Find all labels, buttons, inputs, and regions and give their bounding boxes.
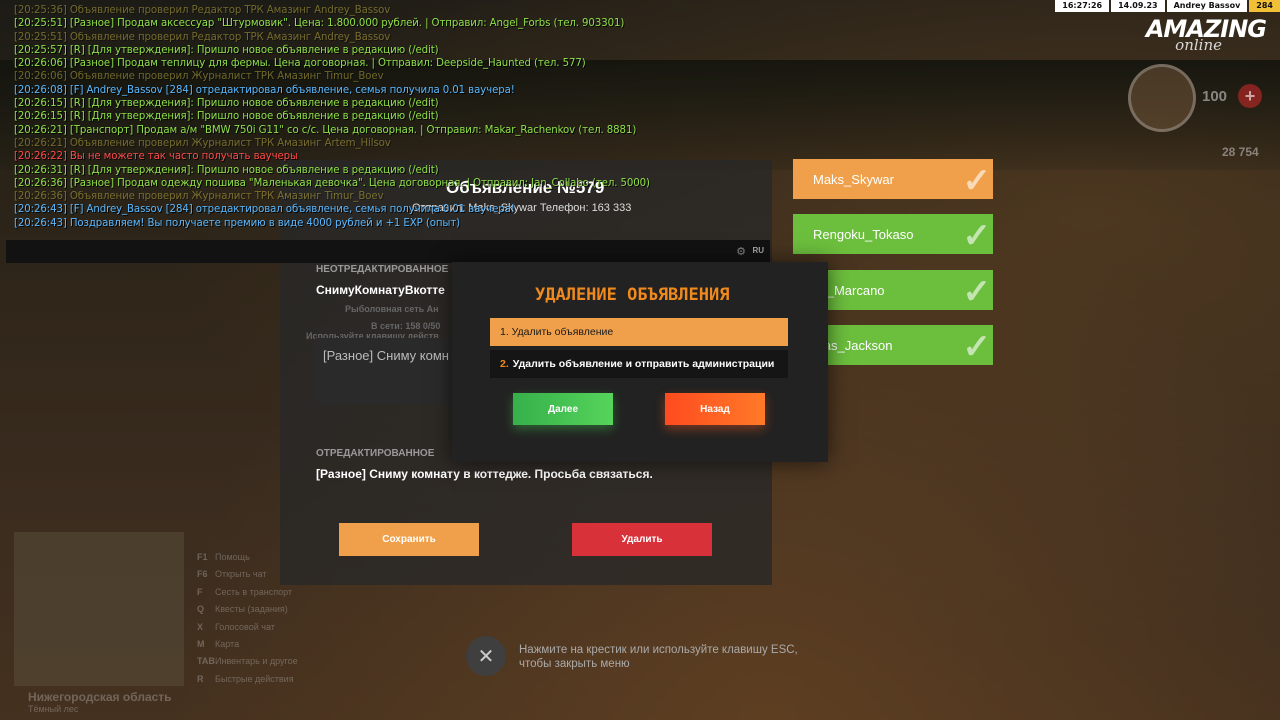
editor-name: Rengoku_Tokaso	[813, 226, 914, 242]
close-icon[interactable]: ✕	[466, 636, 506, 676]
hud-level: 284	[1249, 0, 1280, 12]
chat-line: [20:26:21] [Транспорт] Продам а/м "BMW 7…	[14, 124, 637, 136]
editor-list-item[interactable]: Rengoku_Tokaso ✓	[793, 214, 993, 254]
region-name: Нижегородская область	[28, 690, 172, 704]
chat-line: [20:26:06] Объявление проверил Журналист…	[14, 71, 384, 83]
delete-button[interactable]: Удалить	[572, 523, 712, 556]
chat-input[interactable]: ⚙ RU	[6, 240, 770, 263]
hotkey-key: R	[197, 673, 204, 684]
hotkey-label: Быстрые действия	[215, 673, 294, 684]
hotkey-key: TAB	[197, 656, 215, 667]
hotkey-row: M Карта	[197, 639, 298, 656]
hotkey-list: F1 Помощь F6 Открыть чат F Сесть в транспорт Q…	[197, 552, 298, 691]
chat-line: [20:26:31] [R] [Для утверждения]: Пришло…	[14, 164, 439, 176]
unedited-text: СнимуКомнатуВкотте	[316, 283, 445, 297]
hud-status-bar: 16:27:26 14.09.23 Andrey Bassov 284	[1053, 0, 1280, 12]
chat-line: [20:26:15] [R] [Для утверждения]: Пришло…	[14, 98, 439, 110]
editor-list-item[interactable]: Maks_Skywar ✓	[793, 159, 993, 199]
close-hint-line-1: Нажмите на крестик или используйте клави…	[519, 644, 798, 656]
hotkey-label: Открыть чат	[215, 569, 267, 580]
chat-line: [20:26:08] [F] Andrey_Bassov [284] отред…	[14, 84, 515, 96]
minimap	[14, 532, 184, 686]
hotkey-row: F Сесть в транспорт	[197, 587, 298, 604]
chat-line: [20:25:57] [R] [Для утверждения]: Пришло…	[14, 44, 439, 56]
hud-time: 16:27:26	[1055, 0, 1110, 12]
hotkey-key: Q	[197, 604, 205, 615]
hotkey-key: F6	[197, 569, 208, 580]
hotkey-row: F6 Открыть чат	[197, 569, 298, 586]
hotkey-key: F	[197, 586, 203, 597]
hotkey-label: Голосовой чат	[215, 621, 275, 632]
chat-line: [20:26:21] Объявление проверил Журналист…	[14, 137, 391, 149]
checkmark-icon: ✓	[962, 162, 992, 199]
hotkey-row: X Голосовой чат	[197, 622, 298, 639]
chat-line: [20:26:06] [Разное] Продам теплицу для ф…	[14, 58, 586, 70]
faint-online-line: В сети: 158 0/50	[371, 321, 441, 331]
chat-line: [20:26:43] Поздравляем! Вы получаете пре…	[14, 217, 461, 229]
chat-line: [20:25:51] [Разное] Продам аксессуар "Шт…	[14, 18, 625, 30]
option-delete-ad-label: 1. Удалить объявление	[500, 326, 614, 338]
modal-title: УДАЛЕНИЕ ОБЪЯВЛЕНИЯ	[535, 285, 730, 305]
option-delete-and-send-admin-label: Удалить объявление и отправить администр…	[512, 358, 775, 370]
chat-language[interactable]: RU	[752, 246, 764, 255]
hotkey-key: F1	[197, 552, 208, 562]
chat-line: [20:26:22] Вы не можете так часто получа…	[14, 151, 298, 163]
chat-line: [20:26:15] [R] [Для утверждения]: Пришло…	[14, 111, 439, 123]
ad-text-input[interactable]: [Разное] Сниму комн	[315, 338, 455, 404]
edited-label: ОТРЕДАКТИРОВАННОЕ	[316, 448, 435, 459]
hotkey-row: F1 Помощь	[197, 552, 298, 569]
close-hint: Нажмите на крестик или используйте клави…	[519, 643, 819, 671]
save-button[interactable]: Сохранить	[339, 523, 479, 556]
chat-line: [20:26:36] [Разное] Продам одежду пошива…	[14, 177, 650, 189]
zone-name: Тёмный лес	[28, 704, 79, 714]
hud-date: 14.09.23	[1111, 0, 1165, 12]
hotkey-label: Инвентарь и другое	[215, 656, 298, 667]
chat-line: [20:26:43] [F] Andrey_Bassov [284] отред…	[14, 204, 515, 216]
checkmark-icon: ✓	[962, 217, 992, 254]
next-button[interactable]: Далее	[513, 393, 613, 425]
health-plus-icon: +	[1238, 84, 1262, 108]
chat-line: [20:26:36] Объявление проверил Журналист…	[14, 191, 384, 203]
chat-log: [20:25:36] Объявление проверил Редактор …	[14, 4, 774, 230]
checkmark-icon: ✓	[962, 273, 992, 310]
chat-line: [20:25:36] Объявление проверил Редактор …	[14, 5, 391, 16]
health-value: 100	[1202, 88, 1228, 105]
hotkey-label: Квесты (задания)	[215, 604, 288, 615]
hotkey-label: Карта	[215, 638, 240, 649]
checkmark-icon: ✓	[962, 328, 992, 365]
game-logo: AMAZING online	[1106, 16, 1267, 56]
option-2-number: 2.	[500, 358, 509, 370]
back-button[interactable]: Назад	[665, 393, 765, 425]
faint-station-line: Рыболовная сеть Ан	[345, 304, 439, 314]
hotkey-key: M	[197, 638, 205, 649]
option-delete-ad[interactable]: 1. Удалить объявление	[490, 318, 788, 346]
gear-icon[interactable]: ⚙	[736, 245, 746, 258]
money-value: 28 754	[1222, 145, 1259, 159]
hotkey-label: Сесть в транспорт	[215, 586, 293, 597]
edited-text: [Разное] Сниму комнату в коттедже. Прось…	[316, 467, 653, 481]
editor-name: Maks_Skywar	[813, 171, 894, 187]
radar-map	[1128, 64, 1196, 132]
hotkey-row: Q Квесты (задания)	[197, 604, 298, 621]
hotkey-row: TABИнвентарь и другое	[197, 656, 298, 673]
hotkey-key: X	[197, 621, 204, 632]
close-hint-line-2: чтобы закрыть меню	[519, 658, 630, 670]
hotkey-label: Помощь	[215, 552, 250, 562]
hotkey-row: R Быстрые действия	[197, 674, 298, 691]
unedited-label: НЕОТРЕДАКТИРОВАННОЕ	[316, 264, 449, 275]
option-delete-and-send-admin[interactable]: 2. Удалить объявление и отправить админи…	[490, 350, 788, 378]
chat-line: [20:25:51] Объявление проверил Редактор …	[14, 31, 391, 43]
hud-player-name: Andrey Bassov	[1166, 0, 1248, 12]
